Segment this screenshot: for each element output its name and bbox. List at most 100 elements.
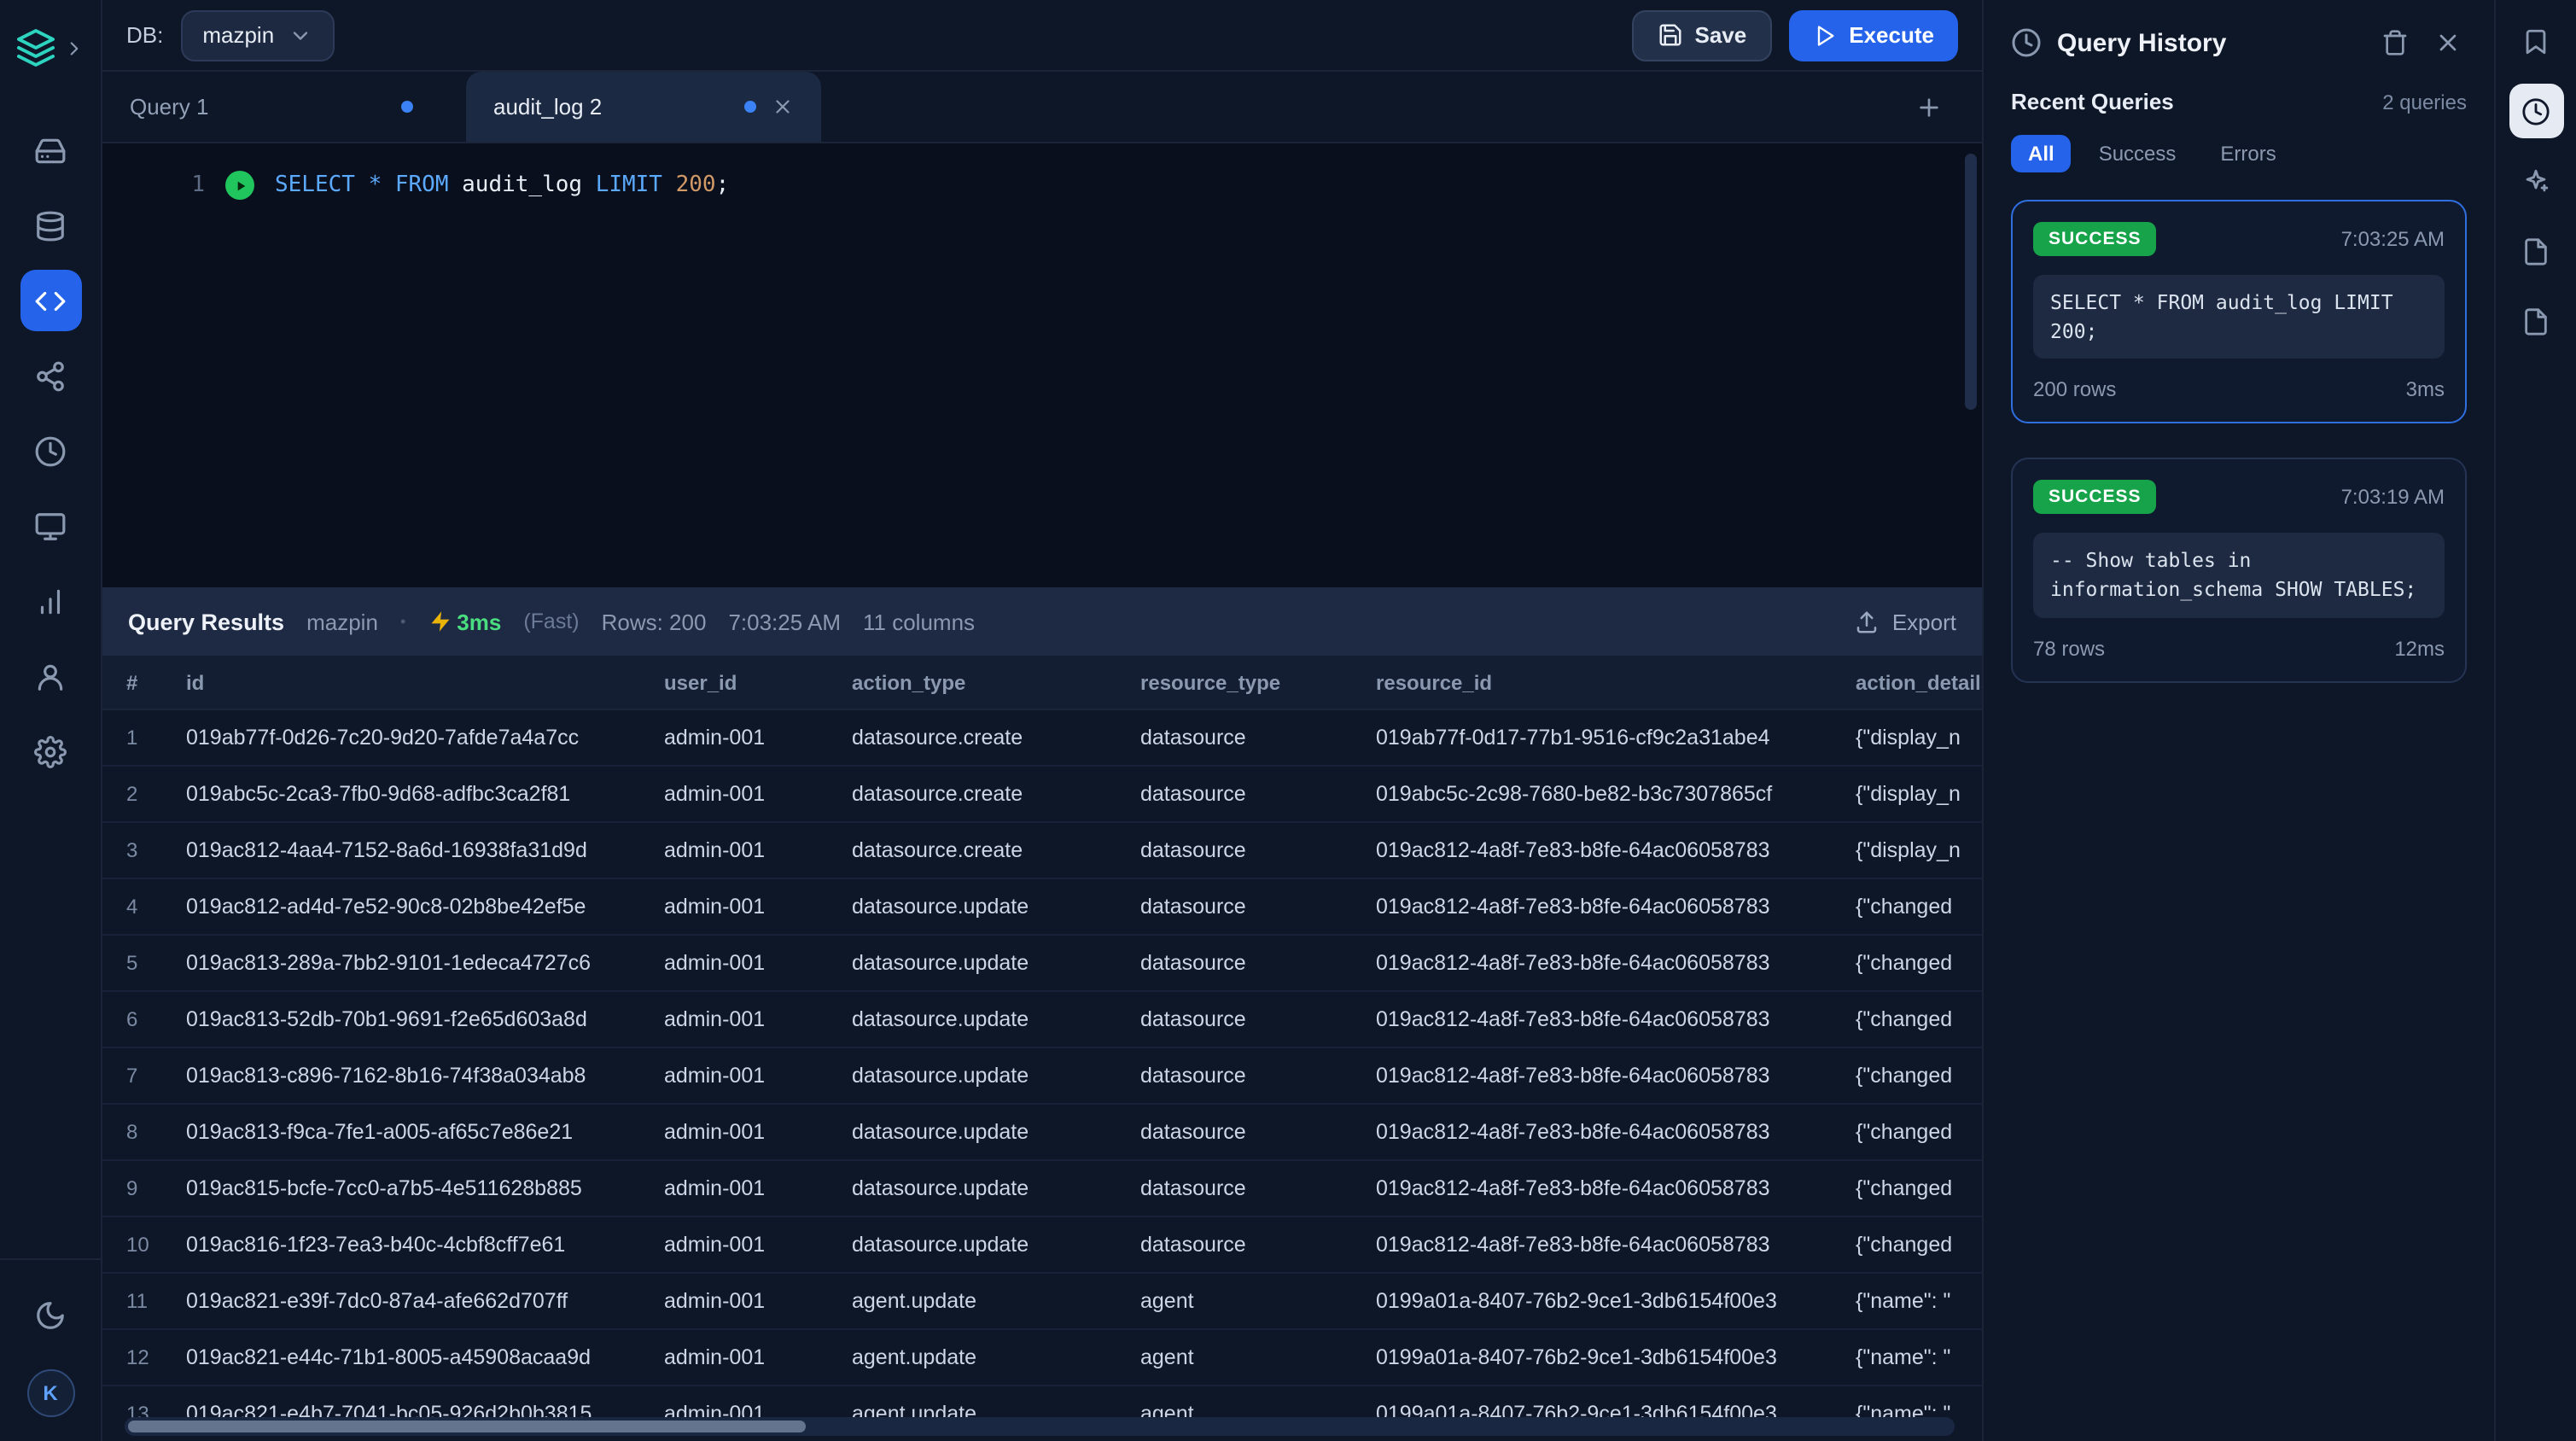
table-row[interactable]: 12019ac821-e44c-71b1-8005-a45908acaa9dad…	[102, 1330, 1982, 1386]
table-cell: datasource.update	[852, 951, 1140, 975]
separator-dot: •	[400, 613, 405, 630]
table-cell: agent.update	[852, 1345, 1140, 1369]
table-row[interactable]: 7019ac813-c896-7162-8b16-74f38a034ab8adm…	[102, 1048, 1982, 1105]
editor-vertical-scrollbar[interactable]	[1965, 154, 1977, 410]
table-cell: 019ac813-c896-7162-8b16-74f38a034ab8	[186, 1064, 664, 1088]
database-selector[interactable]: mazpin	[180, 9, 334, 61]
table-cell: datasource.create	[852, 782, 1140, 806]
sidebar-item-user[interactable]	[20, 645, 81, 707]
sql-editor[interactable]: 1 SELECT * FROM audit_log LIMIT 200;	[102, 143, 1982, 587]
table-cell: {"changed	[1856, 951, 1982, 975]
new-tab-button[interactable]	[1907, 85, 1951, 129]
table-cell: admin-001	[664, 895, 852, 919]
table-cell: datasource	[1140, 1007, 1376, 1031]
column-header-action_details: action_details	[1856, 670, 1982, 694]
user-avatar[interactable]: K	[26, 1369, 74, 1417]
file-button-2[interactable]	[2509, 294, 2563, 348]
sidebar-item-share-nodes[interactable]	[20, 345, 81, 406]
table-cell: 6	[126, 1007, 186, 1031]
tab-close-icon[interactable]	[772, 96, 794, 118]
history-card[interactable]: SUCCESS7:03:19 AM-- Show tables in infor…	[2011, 458, 2467, 683]
table-cell: 2	[126, 782, 186, 806]
run-line-button[interactable]	[225, 171, 254, 200]
play-icon	[1813, 23, 1837, 47]
export-button-label: Export	[1892, 609, 1956, 634]
sidebar-item-monitor[interactable]	[20, 495, 81, 557]
table-row[interactable]: 8019ac813-f9ca-7fe1-a005-af65c7e86e21adm…	[102, 1105, 1982, 1161]
column-header-resource_type: resource_type	[1140, 670, 1376, 694]
filter-success[interactable]: Success	[2082, 135, 2194, 172]
user-icon	[34, 660, 67, 692]
table-cell: 12	[126, 1345, 186, 1369]
history-card[interactable]: SUCCESS7:03:25 AMSELECT * FROM audit_log…	[2011, 200, 2467, 424]
table-cell: admin-001	[664, 1289, 852, 1313]
tab-audit_log-2[interactable]: audit_log 2	[466, 72, 821, 142]
clear-history-button[interactable]	[2376, 24, 2414, 61]
export-button[interactable]: Export	[1855, 609, 1956, 634]
table-cell: 5	[126, 951, 186, 975]
row-count: 78 rows	[2033, 636, 2105, 660]
table-cell: {"changed	[1856, 1064, 1982, 1088]
table-row[interactable]: 4019ac812-ad4d-7e52-90c8-02b8be42ef5eadm…	[102, 879, 1982, 936]
bookmarks-button[interactable]	[2509, 14, 2563, 68]
history-card-list: SUCCESS7:03:25 AMSELECT * FROM audit_log…	[1984, 172, 2494, 709]
table-row[interactable]: 11019ac821-e39f-7dc0-87a4-afe662d707ffad…	[102, 1274, 1982, 1330]
horizontal-scrollbar[interactable]	[125, 1417, 1955, 1436]
db-label: DB:	[126, 22, 163, 48]
table-row[interactable]: 6019ac813-52db-70b1-9691-f2e65d603a8dadm…	[102, 992, 1982, 1048]
unsaved-dot	[401, 101, 413, 113]
history-card-footer: 78 rows12ms	[2033, 636, 2445, 660]
table-cell: 11	[126, 1289, 186, 1313]
table-row[interactable]: 9019ac815-bcfe-7cc0-a7b5-4e511628b885adm…	[102, 1161, 1982, 1217]
sql-code[interactable]: SELECT * FROM audit_log LIMIT 200;	[275, 172, 729, 198]
close-history-button[interactable]	[2429, 24, 2467, 61]
tab-query-1[interactable]: Query 1	[102, 72, 440, 142]
save-button[interactable]: Save	[1632, 9, 1773, 61]
table-row[interactable]: 3019ac812-4aa4-7152-8a6d-16938fa31d9dadm…	[102, 823, 1982, 879]
table-cell: 019ac812-4a8f-7e83-b8fe-64ac06058783	[1376, 1176, 1856, 1200]
gear-icon	[34, 735, 67, 767]
unsaved-dot	[744, 101, 756, 113]
history-button[interactable]	[2509, 84, 2563, 138]
topbar: DB: mazpin Save Execute	[102, 0, 1982, 72]
sidebar-item-database[interactable]	[20, 195, 81, 256]
theme-toggle-button[interactable]	[20, 1284, 81, 1345]
app-root: K DB: mazpin Save Execute Query 1 audit_l…	[0, 0, 2576, 1441]
table-row[interactable]: 2019abc5c-2ca3-7fb0-9d68-adfbc3ca2f81adm…	[102, 767, 1982, 823]
hard-drive-icon	[34, 134, 67, 166]
filter-errors[interactable]: Errors	[2203, 135, 2293, 172]
query-results-panel: Query Results mazpin • 3ms (Fast) Rows: …	[102, 587, 1982, 1441]
save-button-label: Save	[1695, 22, 1747, 48]
sql-token: 200	[676, 172, 716, 198]
table-cell: datasource	[1140, 895, 1376, 919]
monitor-icon	[34, 510, 67, 542]
sidebar-expand-icon[interactable]	[63, 37, 85, 59]
execute-button[interactable]: Execute	[1789, 9, 1958, 61]
table-cell: datasource.update	[852, 895, 1140, 919]
file-button-1[interactable]	[2509, 224, 2563, 278]
table-cell: 10	[126, 1233, 186, 1257]
table-row[interactable]: 1019ab77f-0d26-7c20-9d20-7afde7a4a7ccadm…	[102, 710, 1982, 767]
sidebar-item-code[interactable]	[20, 270, 81, 331]
table-row[interactable]: 10019ac816-1f23-7ea3-b40c-4cbf8cff7e61ad…	[102, 1217, 1982, 1274]
app-logo-icon	[15, 27, 56, 68]
table-cell: 9	[126, 1176, 186, 1200]
query-duration: 3ms	[457, 609, 501, 634]
table-cell: 019ab77f-0d17-77b1-9516-cf9c2a31abe4	[1376, 726, 1856, 750]
sparkles-button[interactable]	[2509, 154, 2563, 208]
table-cell: {"changed	[1856, 1233, 1982, 1257]
speed-label: (Fast)	[523, 610, 579, 633]
sidebar-item-gear[interactable]	[20, 720, 81, 782]
column-header-user_id: user_id	[664, 670, 852, 694]
sidebar-item-bar-chart[interactable]	[20, 570, 81, 632]
save-icon	[1658, 22, 1683, 48]
table-cell: 1	[126, 726, 186, 750]
horizontal-scrollbar-thumb[interactable]	[128, 1421, 805, 1432]
sidebar-item-hard-drive[interactable]	[20, 120, 81, 181]
recent-queries-label: Recent Queries	[2011, 89, 2382, 114]
sidebar-item-clock[interactable]	[20, 420, 81, 481]
table-cell: {"name": "	[1856, 1289, 1982, 1313]
table-cell: 3	[126, 838, 186, 862]
filter-all[interactable]: All	[2011, 135, 2072, 172]
table-row[interactable]: 5019ac813-289a-7bb2-9101-1edeca4727c6adm…	[102, 936, 1982, 992]
